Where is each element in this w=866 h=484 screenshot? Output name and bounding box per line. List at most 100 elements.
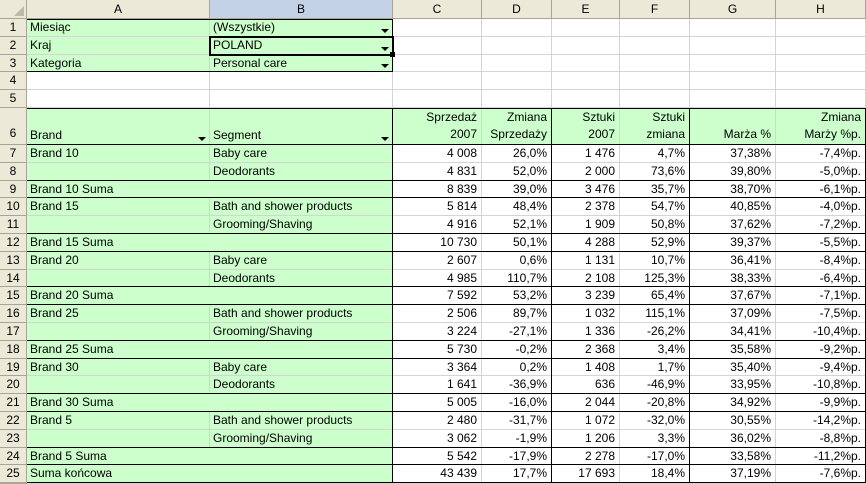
value-cell-c[interactable]: 5 730: [393, 340, 482, 359]
value-cell-c[interactable]: 3 062: [393, 429, 482, 448]
value-cell-d[interactable]: -0,2%: [482, 340, 552, 359]
value-cell-f[interactable]: 52,9%: [620, 234, 690, 252]
value-cell-c[interactable]: 4 916: [393, 216, 482, 234]
segment-cell[interactable]: Deodorants: [210, 162, 393, 181]
value-cell-e[interactable]: 2 108: [552, 269, 620, 288]
segment-cell[interactable]: Baby care: [210, 251, 393, 270]
value-cell-g[interactable]: 33,58%: [690, 447, 776, 466]
grid-cell[interactable]: [393, 72, 482, 91]
value-cell-c[interactable]: 43 439: [393, 465, 482, 484]
grid-cell[interactable]: [620, 90, 690, 108]
value-cell-d[interactable]: -16,0%: [482, 394, 552, 412]
value-cell-e[interactable]: 1 336: [552, 323, 620, 341]
value-cell-g[interactable]: 33,95%: [690, 376, 776, 395]
value-cell-g[interactable]: 38,33%: [690, 269, 776, 288]
grid-cell[interactable]: [393, 19, 482, 37]
grid-cell[interactable]: [27, 72, 210, 91]
value-cell-h[interactable]: -7,2%p.: [776, 216, 866, 234]
value-cell-h[interactable]: -4,0%p.: [776, 198, 866, 217]
brand-cell[interactable]: Brand 20: [27, 251, 210, 270]
value-cell-f[interactable]: -46,9%: [620, 376, 690, 395]
value-cell-c[interactable]: 3 364: [393, 358, 482, 377]
segment-cell[interactable]: Grooming/Shaving: [210, 323, 393, 341]
value-cell-c[interactable]: 4 831: [393, 162, 482, 181]
value-cell-g[interactable]: 39,80%: [690, 162, 776, 181]
total-label[interactable]: Brand 30 Suma: [27, 394, 393, 412]
value-cell-g[interactable]: 37,38%: [690, 145, 776, 163]
row-header-5[interactable]: 5: [0, 90, 27, 108]
total-label[interactable]: Brand 15 Suma: [27, 234, 393, 252]
fill-handle[interactable]: [390, 51, 395, 57]
value-cell-d[interactable]: -27,1%: [482, 323, 552, 341]
value-cell-e[interactable]: 1 909: [552, 216, 620, 234]
value-cell-g[interactable]: 38,70%: [690, 180, 776, 199]
total-label[interactable]: Brand 25 Suma: [27, 340, 393, 359]
value-cell-d[interactable]: 17,7%: [482, 465, 552, 484]
grid-cell[interactable]: [393, 36, 482, 55]
column-header-b[interactable]: B: [210, 0, 393, 19]
value-cell-e[interactable]: 3 476: [552, 180, 620, 199]
value-cell-f[interactable]: 125,3%: [620, 269, 690, 288]
grid-cell[interactable]: [620, 54, 690, 73]
segment-cell[interactable]: Bath and shower products: [210, 198, 393, 217]
value-cell-f[interactable]: 73,6%: [620, 162, 690, 181]
filter-dropdown[interactable]: (Wszystkie): [210, 19, 393, 37]
value-cell-e[interactable]: 17 693: [552, 465, 620, 484]
value-cell-h[interactable]: -7,5%p.: [776, 305, 866, 323]
value-cell-d[interactable]: -36,9%: [482, 376, 552, 395]
value-cell-h[interactable]: -9,9%p.: [776, 394, 866, 412]
segment-cell[interactable]: Grooming/Shaving: [210, 429, 393, 448]
grid-cell[interactable]: [27, 90, 210, 108]
value-cell-f[interactable]: -32,0%: [620, 412, 690, 430]
row-header-11[interactable]: 11: [0, 216, 27, 234]
value-cell-f[interactable]: 115,1%: [620, 305, 690, 323]
column-field-brand[interactable]: Brand: [27, 108, 210, 145]
row-header-21[interactable]: 21: [0, 394, 27, 412]
value-cell-g[interactable]: 40,85%: [690, 198, 776, 217]
value-cell-c[interactable]: 10 730: [393, 234, 482, 252]
grid-cell[interactable]: [620, 36, 690, 55]
grid-cell[interactable]: [482, 72, 552, 91]
value-cell-e[interactable]: 1 072: [552, 412, 620, 430]
grid-cell[interactable]: [552, 90, 620, 108]
value-cell-h[interactable]: -10,8%p.: [776, 376, 866, 395]
value-cell-g[interactable]: 39,37%: [690, 234, 776, 252]
grid-cell[interactable]: [552, 72, 620, 91]
value-cell-h[interactable]: -7,1%p.: [776, 287, 866, 306]
value-cell-d[interactable]: 52,0%: [482, 162, 552, 181]
row-header-23[interactable]: 23: [0, 429, 27, 448]
value-cell-f[interactable]: 10,7%: [620, 251, 690, 270]
value-cell-f[interactable]: -17,0%: [620, 447, 690, 466]
value-cell-g[interactable]: 37,19%: [690, 465, 776, 484]
row-header-15[interactable]: 15: [0, 287, 27, 306]
value-cell-d[interactable]: 39,0%: [482, 180, 552, 199]
filter-dropdown[interactable]: POLAND: [210, 36, 393, 55]
value-cell-d[interactable]: -31,7%: [482, 412, 552, 430]
value-cell-h[interactable]: -14,2%p.: [776, 412, 866, 430]
value-cell-g[interactable]: 35,40%: [690, 358, 776, 377]
row-header-20[interactable]: 20: [0, 376, 27, 395]
brand-cell[interactable]: Brand 5: [27, 412, 210, 430]
grid-cell[interactable]: [776, 54, 866, 73]
chevron-down-icon[interactable]: [381, 28, 389, 33]
value-cell-e[interactable]: 2 278: [552, 447, 620, 466]
segment-cell[interactable]: Baby care: [210, 145, 393, 163]
value-cell-c[interactable]: 5 005: [393, 394, 482, 412]
value-cell-c[interactable]: 1 641: [393, 376, 482, 395]
row-header-7[interactable]: 7: [0, 145, 27, 163]
value-cell-f[interactable]: 65,4%: [620, 287, 690, 306]
value-cell-c[interactable]: 2 506: [393, 305, 482, 323]
value-cell-c[interactable]: 2 480: [393, 412, 482, 430]
grid-cell[interactable]: [690, 36, 776, 55]
brand-cell[interactable]: [27, 429, 210, 448]
total-label[interactable]: Brand 5 Suma: [27, 447, 393, 466]
grid-cell[interactable]: [690, 54, 776, 73]
row-header-12[interactable]: 12: [0, 234, 27, 252]
row-header-24[interactable]: 24: [0, 447, 27, 466]
row-header-25[interactable]: 25: [0, 465, 27, 484]
grid-cell[interactable]: [482, 54, 552, 73]
grid-cell[interactable]: [552, 54, 620, 73]
value-cell-c[interactable]: 4 985: [393, 269, 482, 288]
value-cell-e[interactable]: 1 032: [552, 305, 620, 323]
value-cell-d[interactable]: 50,1%: [482, 234, 552, 252]
